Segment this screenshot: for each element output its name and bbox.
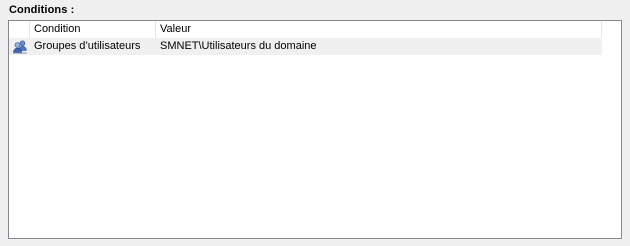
column-header-icon[interactable] — [9, 21, 30, 38]
conditions-label: Conditions : — [9, 4, 75, 16]
column-header-row: Condition Valeur — [9, 21, 621, 38]
row-value: SMNET\Utilisateurs du domaine — [160, 40, 317, 52]
conditions-list[interactable]: Condition Valeur Groupes d’utilisateurs … — [8, 20, 622, 239]
column-header-filler — [602, 21, 621, 38]
table-row[interactable]: Groupes d’utilisateurs SMNET\Utilisateur… — [9, 38, 602, 55]
list-rows: Groupes d’utilisateurs SMNET\Utilisateur… — [9, 38, 621, 55]
column-header-condition[interactable]: Condition — [30, 21, 156, 38]
row-condition: Groupes d’utilisateurs — [34, 40, 141, 52]
users-group-icon — [9, 38, 30, 55]
column-header-value[interactable]: Valeur — [156, 21, 602, 38]
